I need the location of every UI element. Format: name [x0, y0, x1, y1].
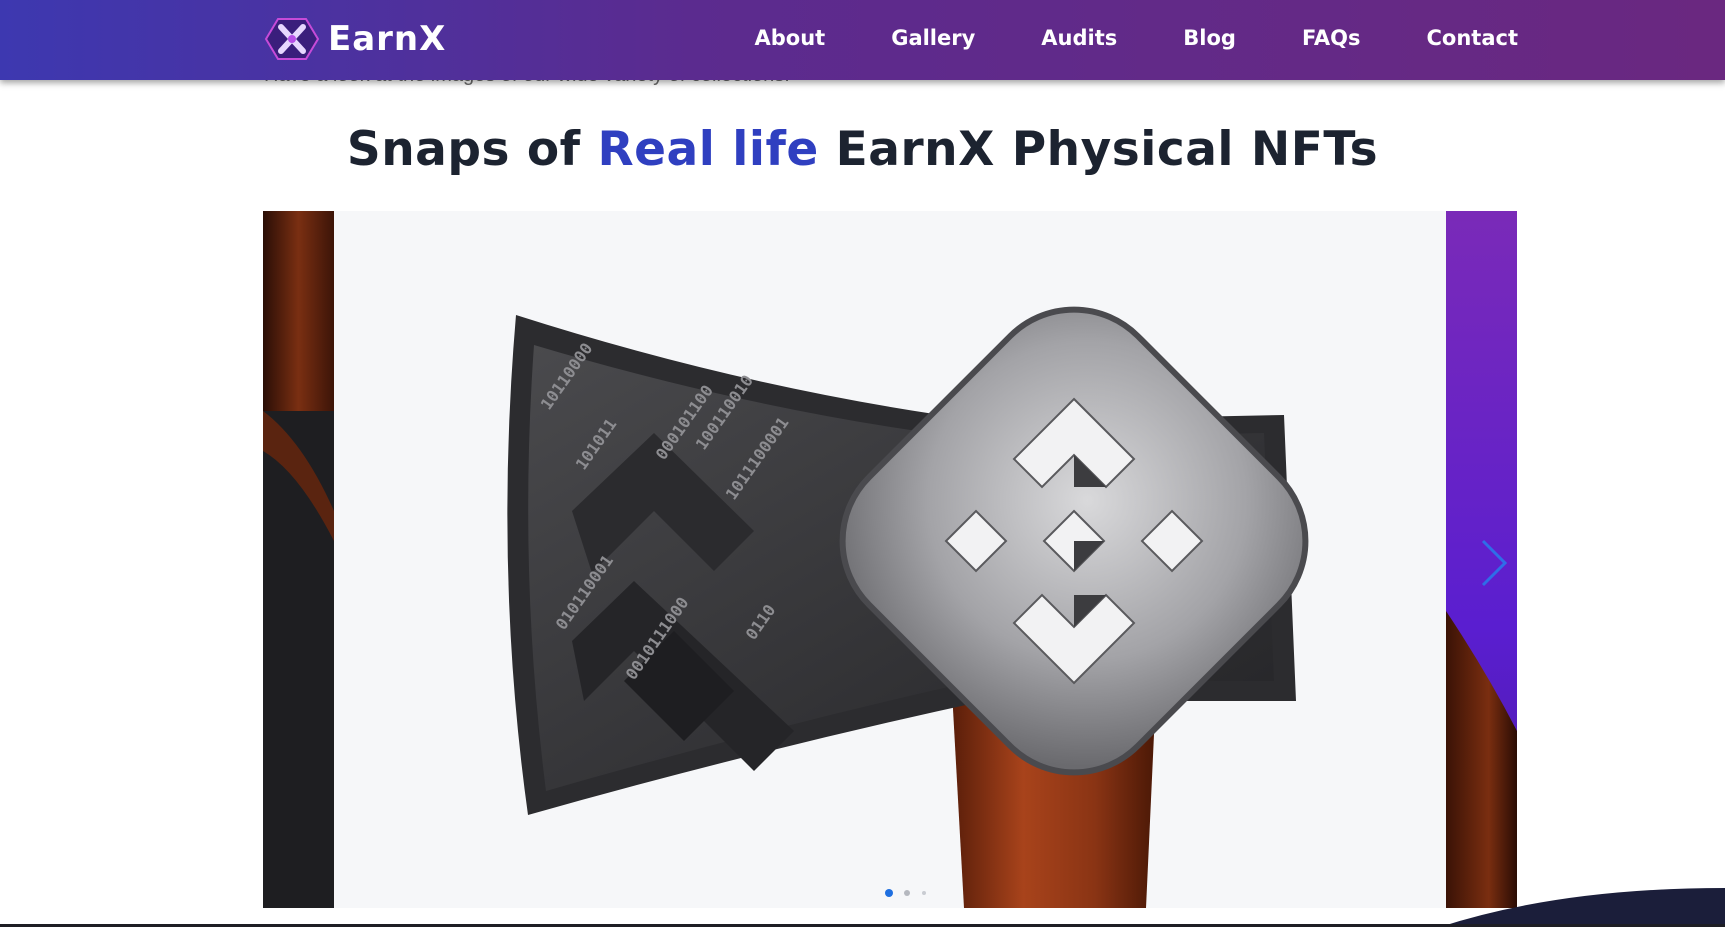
pagination-dot[interactable]	[922, 891, 926, 895]
carousel-prev-slide[interactable]	[263, 211, 334, 908]
nav-about[interactable]: About	[755, 26, 826, 50]
gallery-carousel[interactable]: 10110000 101011 000101100 100110010 10111000…	[263, 211, 1517, 908]
title-part-2: EarnX Physical NFTs	[818, 122, 1379, 177]
axe-nft-image: 10110000101011 00010110010011001010111000…	[507, 306, 1309, 908]
nav-blog[interactable]: Blog	[1183, 26, 1236, 50]
brand-name: EarnX	[328, 19, 447, 59]
earnx-logo-icon	[264, 18, 320, 60]
page-title: Snaps of Real life EarnX Physical NFTs	[0, 122, 1725, 177]
chevron-right-icon[interactable]	[1471, 533, 1511, 593]
main-nav: About Gallery Audits Blog FAQs Contact	[755, 0, 1519, 76]
title-highlight: Real life	[597, 122, 819, 177]
nav-contact[interactable]: Contact	[1427, 26, 1519, 50]
top-navbar: EarnX About Gallery Audits Blog FAQs Con…	[0, 0, 1725, 80]
nav-audits[interactable]: Audits	[1041, 26, 1117, 50]
pagination-dot[interactable]	[904, 890, 910, 896]
wood-handle-preview	[263, 211, 334, 908]
nav-faqs[interactable]: FAQs	[1302, 26, 1361, 50]
pagination-dot-active[interactable]	[885, 889, 893, 897]
carousel-active-slide: 10110000 101011 000101100 100110010 10111000…	[334, 211, 1446, 908]
title-part-1: Snaps of	[346, 122, 598, 177]
footer-wave-decoration	[1440, 888, 1725, 927]
nav-gallery[interactable]: Gallery	[891, 26, 975, 50]
brand-logo[interactable]: EarnX	[264, 17, 446, 61]
